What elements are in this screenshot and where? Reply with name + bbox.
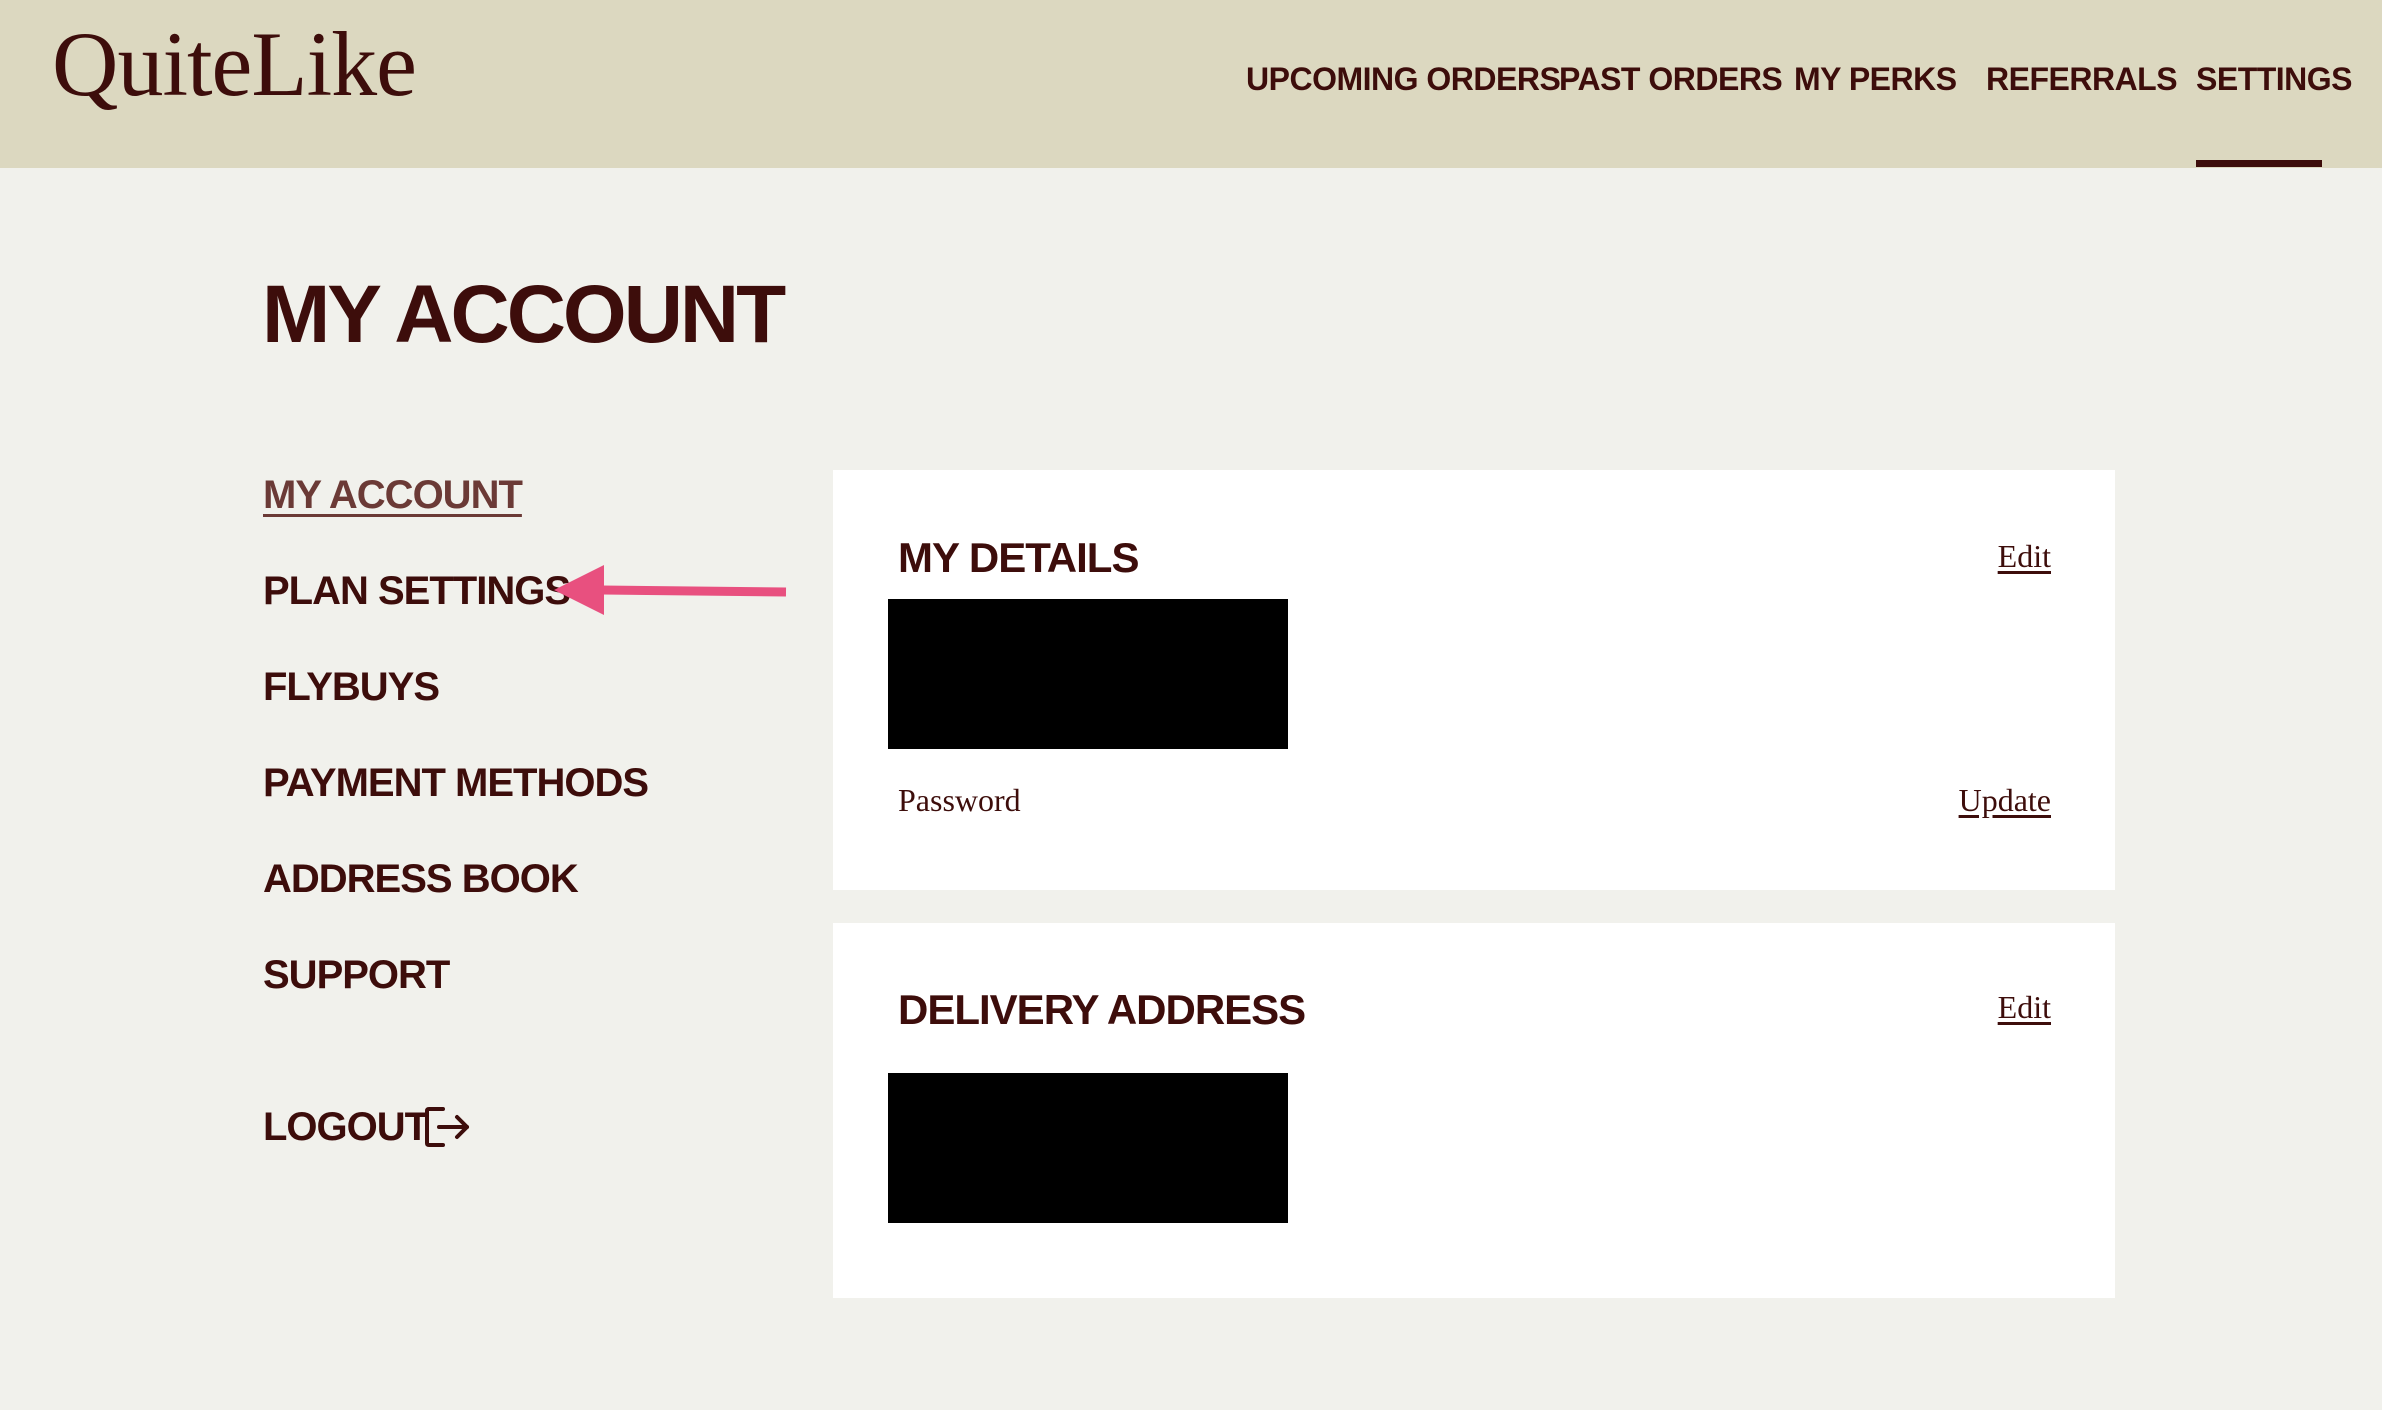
redacted-details	[888, 599, 1288, 749]
top-header: QuiteLike UPCOMING ORDERS PAST ORDERS MY…	[0, 0, 2382, 168]
nav-upcoming-orders[interactable]: UPCOMING ORDERS	[1246, 58, 1561, 100]
my-details-card: MY DETAILS Edit Password Update	[833, 470, 2115, 890]
brand-logo[interactable]: QuiteLike	[52, 18, 417, 110]
my-details-title: MY DETAILS	[898, 534, 1139, 581]
sidebar-item-flybuys[interactable]: FLYBUYS	[263, 662, 440, 712]
nav-referrals[interactable]: REFERRALS	[1986, 58, 2178, 100]
nav-my-perks[interactable]: MY PERKS	[1794, 58, 1957, 100]
delivery-address-card: DELIVERY ADDRESS Edit	[833, 923, 2115, 1298]
nav-settings[interactable]: SETTINGS	[2196, 58, 2353, 100]
sidebar-item-my-account[interactable]: MY ACCOUNT	[263, 470, 523, 520]
update-password-link[interactable]: Update	[1959, 780, 2051, 820]
annotation-arrow-icon	[554, 565, 787, 615]
edit-address-link[interactable]: Edit	[1998, 987, 2051, 1027]
sidebar-item-address-book[interactable]: ADDRESS BOOK	[263, 854, 579, 904]
nav-active-indicator	[2196, 160, 2322, 167]
password-label: Password	[898, 782, 1021, 818]
nav-past-orders[interactable]: PAST ORDERS	[1559, 58, 1783, 100]
logout-link[interactable]: LOGOUT	[263, 1102, 429, 1152]
page-title: MY ACCOUNT	[262, 269, 786, 360]
delivery-address-title: DELIVERY ADDRESS	[898, 986, 1306, 1033]
logout-icon[interactable]	[423, 1105, 473, 1149]
redacted-address	[888, 1073, 1288, 1223]
edit-details-link[interactable]: Edit	[1998, 536, 2051, 576]
sidebar-item-plan-settings[interactable]: PLAN SETTINGS	[263, 566, 571, 616]
sidebar-item-payment-methods[interactable]: PAYMENT METHODS	[263, 758, 649, 808]
sidebar-item-support[interactable]: SUPPORT	[263, 950, 450, 1000]
